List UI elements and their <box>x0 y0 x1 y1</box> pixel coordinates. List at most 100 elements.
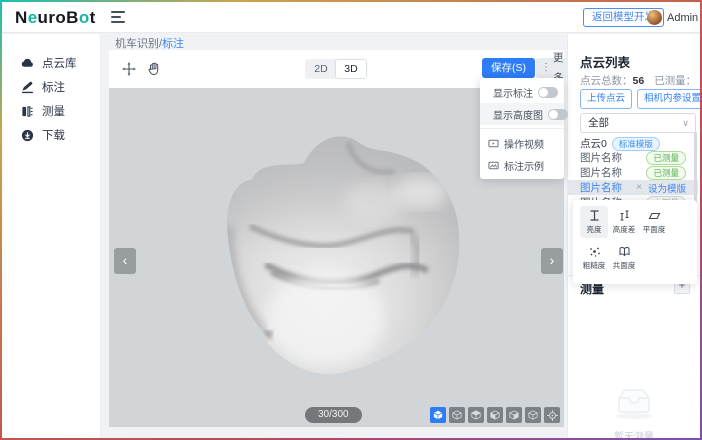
view-cube-front-button[interactable] <box>449 407 465 423</box>
menu-item-label: 标注示例 <box>504 158 544 173</box>
coplanarity-icon <box>618 245 631 258</box>
pointcloud-group-row[interactable]: 点云0 标准模版 <box>580 136 660 151</box>
sidebar-item-label: 下载 <box>42 127 65 143</box>
breadcrumb: 机车识别/标注 <box>115 35 184 51</box>
tool-height-diff[interactable]: 高度差 <box>610 206 638 238</box>
filter-select[interactable]: 全部 ∨ <box>580 113 696 133</box>
menu-item-label: 显示标注 <box>493 85 533 100</box>
height-diff-icon <box>618 209 631 222</box>
user-menu[interactable]: Admin ▾ <box>647 10 700 25</box>
view-cube-top-button[interactable] <box>525 407 541 423</box>
prev-arrow-button[interactable]: ‹ <box>114 248 136 274</box>
view-cube-right-button[interactable] <box>506 407 522 423</box>
logo-text: B <box>66 8 79 27</box>
tool-label: 平面度 <box>643 224 666 234</box>
breadcrumb-parent[interactable]: 机车识别 <box>115 38 159 50</box>
menu-item-show-annotation[interactable]: 显示标注 <box>480 81 564 103</box>
tool-height[interactable]: 亮度 <box>580 206 608 238</box>
menu-item-label: 操作视频 <box>504 136 544 151</box>
empty-box-icon <box>609 384 659 420</box>
cube-filled-icon <box>433 410 443 420</box>
sidebar-item-label: 测量 <box>42 103 65 119</box>
stat-total-label: 点云总数： <box>580 75 633 87</box>
sidebar-item-pointcloud-library[interactable]: 点云库 <box>21 55 77 71</box>
set-as-template-link[interactable]: 设为模版 <box>648 181 686 195</box>
recenter-view-button[interactable] <box>544 407 560 423</box>
show-heightmap-toggle[interactable] <box>548 109 568 120</box>
tool-roughness[interactable]: 粗糙度 <box>580 242 608 274</box>
image-list-item[interactable]: 图片名称 已测量 <box>568 165 698 180</box>
save-button[interactable]: 保存(S) <box>482 58 535 78</box>
stat-measured-label: 已测量： <box>654 75 696 87</box>
pen-icon <box>21 81 34 94</box>
group-name: 点云0 <box>580 136 607 151</box>
view-mode-3d[interactable]: 3D <box>336 60 366 78</box>
show-annotation-toggle[interactable] <box>538 87 558 98</box>
pan-move-icon[interactable] <box>121 61 137 77</box>
measure-icon <box>21 105 34 118</box>
upload-pointcloud-button[interactable]: 上传点云 <box>580 89 632 109</box>
logo-gear-e-icon: e <box>28 8 38 27</box>
measured-tag: 已测量 <box>646 151 686 165</box>
left-sidebar: 点云库 标注 测量 下载 <box>2 34 101 438</box>
image-name: 图片名称 <box>580 165 622 180</box>
image-list-item[interactable]: 图片名称 已测量 <box>568 150 698 165</box>
cube-wire-icon <box>471 410 481 420</box>
menu-item-annotation-example[interactable]: 标注示例 <box>480 154 564 176</box>
sidebar-item-download[interactable]: 下载 <box>21 127 65 143</box>
tool-label: 高度差 <box>613 224 636 234</box>
app-root: NeuroBot 返回模型开发 Admin ▾ 点云库 标注 测量 下载 机车识… <box>2 2 700 438</box>
view-cube-default-button[interactable] <box>430 407 446 423</box>
tool-coplanarity[interactable]: 共面度 <box>610 242 638 274</box>
view-mode-2d[interactable]: 2D <box>306 60 336 78</box>
view-cube-left-button[interactable] <box>487 407 503 423</box>
tool-label: 粗糙度 <box>583 260 606 270</box>
sidebar-collapse-icon[interactable] <box>111 11 125 23</box>
stat-total-value: 56 <box>633 75 645 87</box>
menu-divider <box>480 128 564 129</box>
menu-item-show-heightmap[interactable]: 显示高度图 <box>480 103 564 125</box>
hand-drag-icon[interactable] <box>146 61 162 77</box>
cube-wire-icon <box>509 410 519 420</box>
next-arrow-button[interactable]: › <box>541 248 563 274</box>
tool-flatness[interactable]: 平面度 <box>640 206 668 238</box>
sidebar-item-annotation[interactable]: 标注 <box>21 79 65 95</box>
image-name: 图片名称 <box>580 180 622 195</box>
panel-actions: 上传点云 相机内参设置 <box>580 89 700 109</box>
image-name: 图片名称 <box>580 150 622 165</box>
view-cube-back-button[interactable] <box>468 407 484 423</box>
filter-select-value: 全部 <box>588 117 609 129</box>
logo-text: uro <box>38 8 67 27</box>
group-template-tag: 标准模版 <box>612 137 660 151</box>
tooth-3d-model[interactable] <box>219 128 467 376</box>
logo-gear-o-icon: o <box>79 8 90 27</box>
cube-wire-icon <box>490 410 500 420</box>
flatness-icon <box>648 209 661 222</box>
measure-tools-popup: 亮度 高度差 平面度 粗糙度 共面度 <box>573 200 697 284</box>
image-list-item-selected[interactable]: 图片名称 × 设为模版 <box>568 180 698 195</box>
frame-counter: 30/300 <box>305 407 362 423</box>
video-icon <box>488 138 499 149</box>
height-tool-icon <box>588 209 601 222</box>
logo-text: t <box>90 8 96 27</box>
user-name: Admin <box>667 12 698 24</box>
tool-label: 亮度 <box>586 224 601 234</box>
menu-item-tutorial-video[interactable]: 操作视频 <box>480 132 564 154</box>
close-icon[interactable]: × <box>636 182 642 193</box>
cloud-icon <box>21 57 34 70</box>
empty-state: 暂无测量 <box>568 384 700 438</box>
camera-intrinsics-button[interactable]: 相机内参设置 <box>637 89 700 109</box>
tool-label: 共面度 <box>613 260 636 270</box>
tools-grid: 亮度 高度差 平面度 粗糙度 共面度 <box>579 206 691 278</box>
avatar <box>647 10 662 25</box>
list-scrollbar[interactable] <box>694 132 697 206</box>
measured-tag: 已测量 <box>646 166 686 180</box>
sidebar-item-measure[interactable]: 测量 <box>21 103 65 119</box>
logo-text: N <box>15 8 28 27</box>
breadcrumb-current: 标注 <box>162 38 184 50</box>
more-dots-icon: ⋮ <box>541 58 551 78</box>
top-header: NeuroBot 返回模型开发 Admin ▾ <box>2 2 700 33</box>
cube-wire-icon <box>452 410 462 420</box>
more-button[interactable]: ⋮ 更多 <box>536 58 569 78</box>
menu-item-label: 显示高度图 <box>493 107 543 122</box>
